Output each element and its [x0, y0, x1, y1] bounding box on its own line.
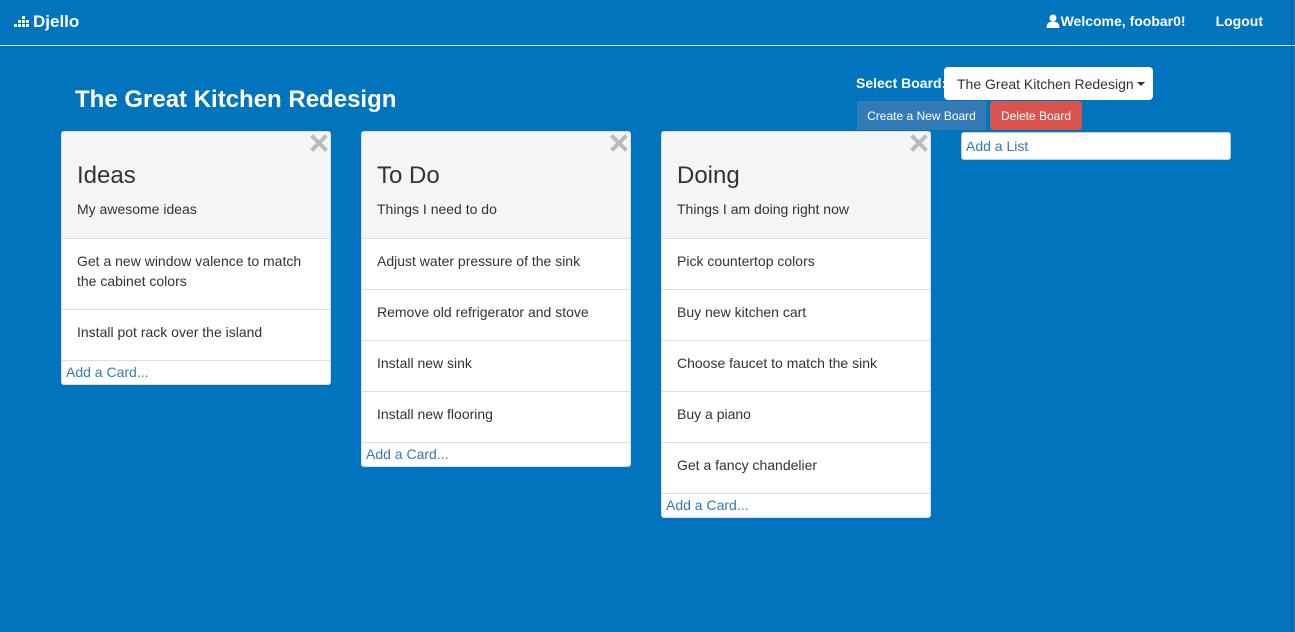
board-select-value: The Great Kitchen Redesign — [957, 75, 1134, 92]
list-title[interactable]: Doing — [677, 162, 740, 190]
list-card[interactable]: Buy a piano — [662, 392, 930, 443]
brand-link[interactable]: Djello — [14, 12, 79, 32]
add-card-link[interactable]: Add a Card... — [662, 494, 930, 517]
welcome-user[interactable]: Welcome, foobar0! — [1046, 13, 1186, 29]
list-card[interactable]: Choose faucet to match the sink — [662, 341, 930, 392]
list-header: Doing Things I am doing right now — [662, 132, 930, 239]
logout-link[interactable]: Logout — [1216, 13, 1263, 29]
list-card[interactable]: Install new sink — [362, 341, 630, 392]
list-description[interactable]: My awesome ideas — [77, 201, 197, 217]
list-doing: Doing Things I am doing right now Pick c… — [661, 131, 931, 518]
close-icon[interactable] — [910, 134, 928, 152]
create-board-button[interactable]: Create a New Board — [857, 101, 986, 130]
nav-right: Welcome, foobar0! Logout — [1046, 13, 1263, 29]
user-icon — [1046, 14, 1060, 28]
list-card[interactable]: Adjust water pressure of the sink — [362, 239, 630, 290]
delete-board-button[interactable]: Delete Board — [990, 101, 1082, 130]
list-title[interactable]: To Do — [377, 162, 440, 190]
list-card[interactable]: Install new flooring — [362, 392, 630, 443]
equalizer-icon — [14, 16, 29, 27]
navbar: Djello Welcome, foobar0! Logout — [0, 0, 1295, 46]
board-select[interactable]: The Great Kitchen Redesign — [944, 67, 1153, 100]
list-card[interactable]: Get a new window valence to match the ca… — [62, 239, 330, 310]
list-card[interactable]: Pick countertop colors — [662, 239, 930, 290]
caret-down-icon — [1136, 81, 1145, 86]
welcome-text: Welcome, foobar0! — [1060, 13, 1186, 29]
list-card[interactable]: Install pot rack over the island — [62, 310, 330, 361]
add-card-link[interactable]: Add a Card... — [62, 361, 330, 384]
add-card-link[interactable]: Add a Card... — [362, 443, 630, 466]
list-header: To Do Things I need to do — [362, 132, 630, 239]
board-title: The Great Kitchen Redesign — [75, 86, 397, 113]
list-title[interactable]: Ideas — [77, 162, 136, 190]
list-description[interactable]: Things I need to do — [377, 201, 497, 217]
list-description[interactable]: Things I am doing right now — [677, 201, 849, 217]
close-icon[interactable] — [310, 134, 328, 152]
brand-name: Djello — [33, 12, 80, 31]
list-card[interactable]: Get a fancy chandelier — [662, 443, 930, 494]
add-list-link[interactable]: Add a List — [961, 132, 1231, 160]
list-to-do: To Do Things I need to do Adjust water p… — [361, 131, 631, 467]
close-icon[interactable] — [610, 134, 628, 152]
list-header: Ideas My awesome ideas — [62, 132, 330, 239]
window-edge — [1291, 0, 1292, 632]
list-card[interactable]: Buy new kitchen cart — [662, 290, 930, 341]
list-ideas: Ideas My awesome ideas Get a new window … — [61, 131, 331, 385]
list-card[interactable]: Remove old refrigerator and stove — [362, 290, 630, 341]
select-board-label: Select Board: — [856, 75, 947, 91]
